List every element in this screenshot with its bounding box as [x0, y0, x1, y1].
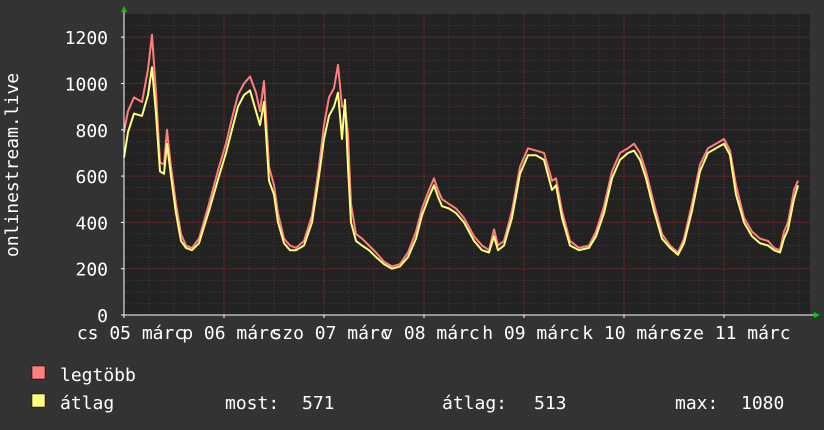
y-tick-label: 600 [75, 167, 108, 188]
stat-current-label: most: [225, 393, 279, 414]
y-tick-label: 1200 [65, 28, 108, 49]
x-tick-label: k 10 márc [582, 323, 680, 344]
chart: 020040060080010001200 cs 05 márcp 06 már… [0, 0, 824, 430]
x-tick-labels: cs 05 márcp 06 márcszo 07 márcv 08 márc h… [77, 323, 791, 344]
x-tick-label: cs 05 márc [77, 323, 185, 344]
y-axis-label: onlinestream.live [2, 73, 23, 257]
stats: most: 571 átlag: 513 max: 1080 [225, 393, 784, 414]
legend-label-avg: átlag [60, 393, 114, 414]
legend-label-max: legtöbb [60, 365, 136, 386]
y-tick-label: 800 [75, 121, 108, 142]
stat-max-label: max: [675, 393, 718, 414]
x-tick-label: v 08 márc [382, 323, 480, 344]
stat-avg-value: 513 [534, 393, 567, 414]
x-tick-label: sze 11 márc [671, 323, 790, 344]
stat-max-value: 1080 [741, 393, 784, 414]
legend-swatch-avg [31, 393, 46, 408]
x-tick-label: p 06 márc [182, 323, 280, 344]
stat-avg-label: átlag: [442, 393, 507, 414]
y-tick-label: 1000 [65, 74, 108, 95]
legend-swatch-max [31, 365, 46, 380]
y-tick-label: 400 [75, 213, 108, 234]
stat-current-value: 571 [302, 393, 335, 414]
x-tick-label: szo 07 márc [271, 323, 390, 344]
y-tick-label: 200 [75, 260, 108, 281]
x-tick-label: h 09 márc [482, 323, 580, 344]
